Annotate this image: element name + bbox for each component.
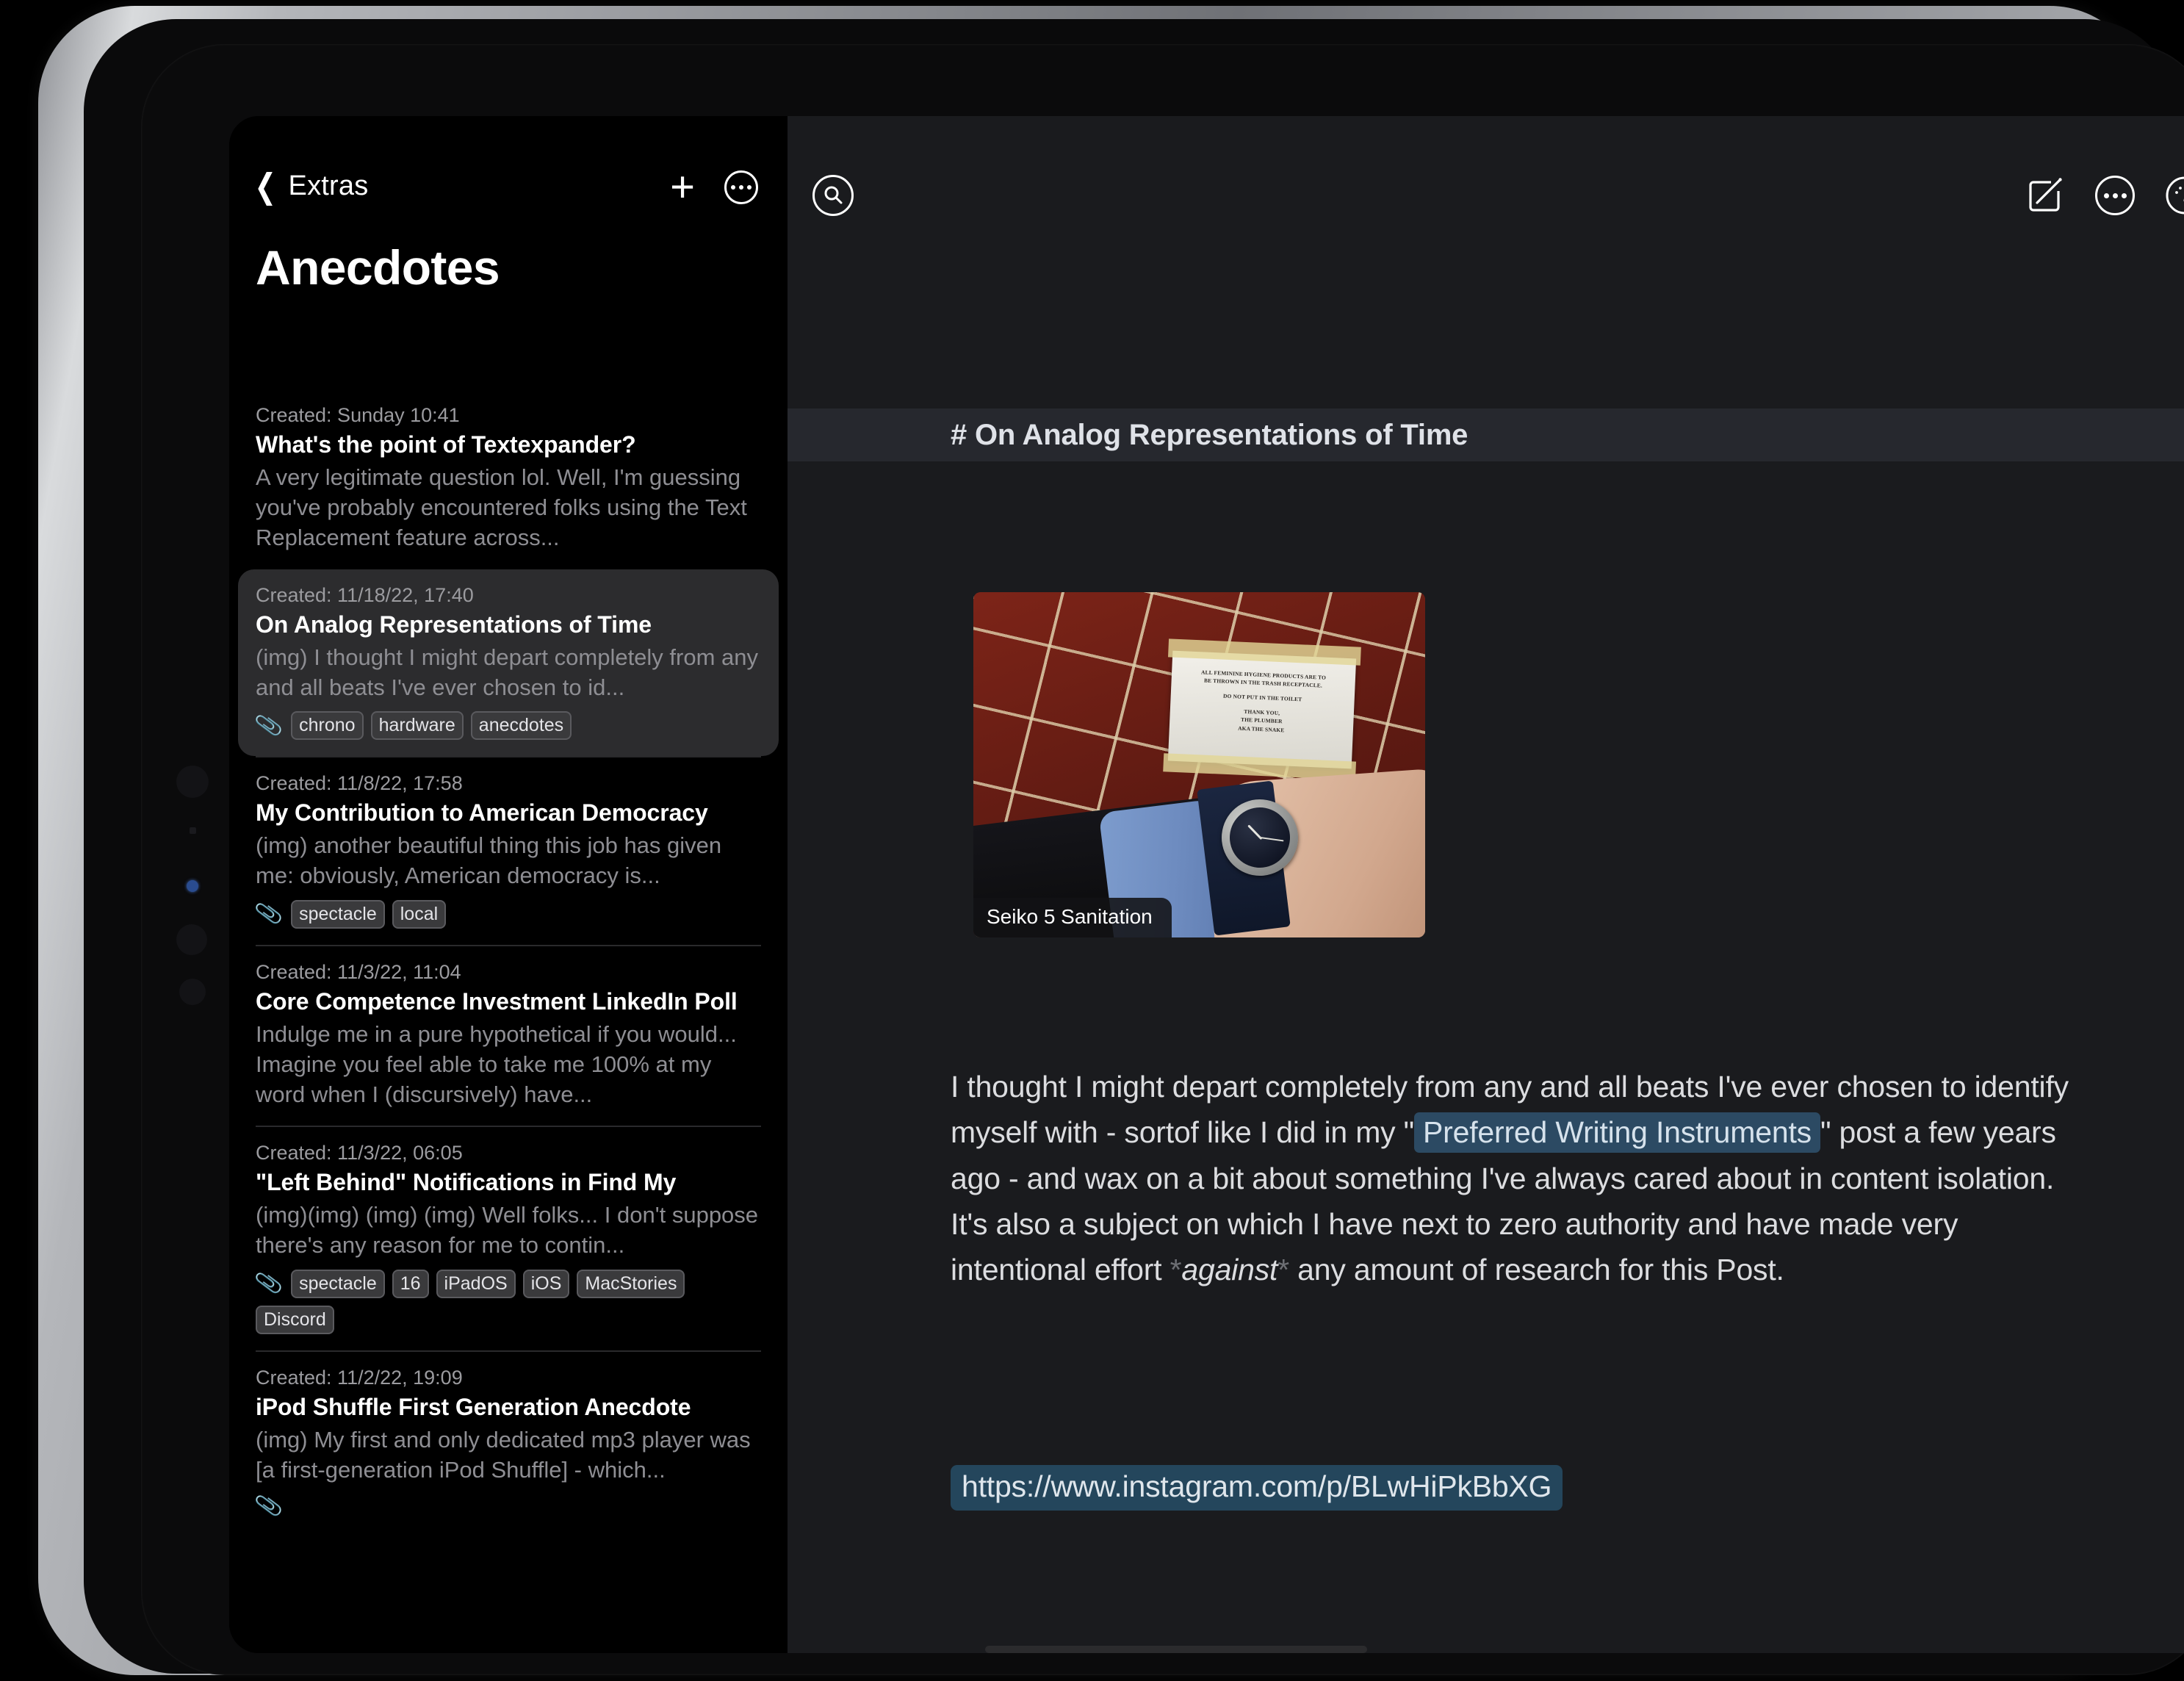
list-item[interactable]: Created: 11/3/22, 06:05 "Left Behind" No… bbox=[229, 1127, 788, 1350]
note-tags: 📎 chrono hardware anecdotes bbox=[253, 711, 761, 741]
body-paragraph: I thought I might depart completely from… bbox=[951, 1064, 2075, 1293]
tag-chip[interactable]: iPadOS bbox=[436, 1269, 516, 1298]
tag-chip[interactable]: iOS bbox=[522, 1269, 570, 1298]
tag-chip[interactable]: spectacle bbox=[291, 899, 385, 929]
list-item[interactable]: Created: 11/3/22, 11:04 Core Competence … bbox=[229, 946, 788, 1126]
document-heading: # On Analog Representations of Time bbox=[951, 418, 1468, 451]
note-title: Core Competence Investment LinkedIn Poll bbox=[256, 987, 738, 1015]
status-led-icon bbox=[187, 880, 198, 892]
note-tags: 📎 bbox=[253, 1491, 761, 1521]
tag-chip[interactable]: MacStories bbox=[577, 1269, 685, 1298]
note-preview: (img) another beautiful thing this job h… bbox=[256, 832, 722, 889]
device-frame: 10:24 Fri Jan 13 bbox=[38, 6, 2184, 1675]
note-title: On Analog Representations of Time bbox=[256, 611, 652, 638]
note-created-date: Created: 11/2/22, 19:09 bbox=[256, 1366, 463, 1389]
tag-chip[interactable]: local bbox=[392, 899, 447, 929]
tag-chip[interactable]: anecdotes bbox=[470, 711, 572, 741]
paragraph-tail: any amount of research for this Post. bbox=[1289, 1253, 1784, 1287]
paperclip-icon: 📎 bbox=[253, 899, 285, 929]
note-preview: A very legitimate question lol. Well, I'… bbox=[256, 464, 747, 551]
note-created-date: Created: 11/3/22, 06:05 bbox=[256, 1142, 463, 1165]
ellipsis-circle-icon[interactable] bbox=[724, 170, 758, 204]
list-item[interactable]: Created: 11/8/22, 17:58 My Contribution … bbox=[229, 757, 788, 944]
editor-pane: # On Analog Representations of Time ALL … bbox=[788, 116, 2184, 1653]
page-title: Anecdotes bbox=[256, 240, 500, 295]
tag-chip[interactable]: 16 bbox=[392, 1269, 429, 1298]
sidebar: ❮ Extras + Anecdotes Created: Sunday 10:… bbox=[229, 116, 788, 1653]
note-created-date: Created: 11/18/22, 17:40 bbox=[256, 583, 474, 606]
note-created-date: Created: 11/3/22, 11:04 bbox=[256, 960, 461, 983]
paperclip-icon: 📎 bbox=[253, 1491, 285, 1521]
note-created-date: Created: Sunday 10:41 bbox=[256, 404, 460, 426]
note-title: iPod Shuffle First Generation Anecdote bbox=[256, 1393, 691, 1420]
note-tags: 📎 spectacle local bbox=[253, 899, 761, 929]
tag-chip[interactable]: hardware bbox=[370, 711, 464, 741]
ellipsis-circle-icon[interactable] bbox=[2095, 176, 2135, 215]
plus-icon[interactable]: + bbox=[670, 166, 695, 209]
note-title: My Contribution to American Democracy bbox=[256, 799, 708, 827]
note-preview: (img) I thought I might depart completel… bbox=[256, 644, 759, 700]
editor-toolbar-actions bbox=[2025, 175, 2184, 216]
chevron-left-icon: ❮ bbox=[254, 167, 277, 205]
sidebar-nav-bar: ❮ Extras + bbox=[229, 159, 788, 222]
bezel-reflection-dot bbox=[179, 979, 206, 1005]
home-indicator[interactable] bbox=[985, 1646, 1367, 1653]
editor-toolbar bbox=[788, 159, 2184, 240]
bathroom-sign: ALL FEMININE HYGIENE PRODUCTS ARE TO BE … bbox=[1163, 638, 1361, 780]
tag-chip[interactable]: spectacle bbox=[291, 1269, 385, 1298]
note-list: Created: Sunday 10:41 What's the point o… bbox=[229, 389, 788, 1535]
bezel-reflection-dot bbox=[176, 766, 209, 798]
list-item[interactable]: Created: 11/2/22, 19:09 iPod Shuffle Fir… bbox=[229, 1352, 788, 1535]
note-created-date: Created: 11/8/22, 17:58 bbox=[256, 772, 463, 795]
list-item[interactable]: Created: 11/18/22, 17:40 On Analog Repre… bbox=[238, 569, 779, 757]
italic-marker-close: * bbox=[1277, 1253, 1289, 1287]
italic-emphasis: against bbox=[1181, 1253, 1278, 1287]
document-url-row: https://www.instagram.com/p/BLwHiPkBbXG bbox=[951, 1465, 1563, 1511]
watch-dial bbox=[1226, 804, 1294, 871]
device-bezel: 10:24 Fri Jan 13 bbox=[141, 44, 2184, 1675]
instagram-url-link[interactable]: https://www.instagram.com/p/BLwHiPkBbXG bbox=[951, 1465, 1563, 1511]
image-caption: Seiko 5 Sanitation bbox=[973, 898, 1172, 937]
bezel-reflection-dot bbox=[176, 924, 207, 955]
microphone-icon bbox=[190, 827, 196, 834]
paperclip-icon: 📎 bbox=[253, 711, 285, 740]
list-item[interactable]: Created: Sunday 10:41 What's the point o… bbox=[229, 389, 788, 569]
tag-chip[interactable]: Discord bbox=[256, 1305, 334, 1334]
paperclip-icon: 📎 bbox=[253, 1269, 285, 1298]
back-button-label: Extras bbox=[288, 170, 369, 201]
tag-chip[interactable]: chrono bbox=[291, 711, 364, 741]
note-title: What's the point of Textexpander? bbox=[256, 431, 636, 458]
note-preview: Indulge me in a pure hypothetical if you… bbox=[256, 1021, 737, 1107]
back-button[interactable]: ❮ Extras bbox=[251, 169, 368, 203]
italic-marker-open: * bbox=[1170, 1253, 1182, 1287]
sidebar-actions: + bbox=[670, 166, 758, 209]
note-preview: (img) My first and only dedicated mp3 pl… bbox=[256, 1426, 751, 1483]
search-circle-icon[interactable] bbox=[812, 175, 854, 216]
sign-text: ALL FEMININE HYGIENE PRODUCTS ARE TO BE … bbox=[1200, 669, 1327, 733]
note-tags: 📎 spectacle 16 iPadOS iOS MacStories Dis… bbox=[253, 1269, 761, 1334]
document-heading-band: # On Analog Representations of Time bbox=[788, 408, 2184, 461]
compose-icon[interactable] bbox=[2025, 175, 2066, 216]
document-body[interactable]: I thought I might depart completely from… bbox=[788, 1064, 2184, 1293]
note-title: "Left Behind" Notifications in Find My bbox=[256, 1169, 677, 1196]
document-image[interactable]: ALL FEMININE HYGIENE PRODUCTS ARE TO BE … bbox=[973, 592, 1425, 937]
device-body: 10:24 Fri Jan 13 bbox=[84, 19, 2184, 1675]
note-preview: (img)(img) (img) (img) Well folks... I d… bbox=[256, 1202, 759, 1259]
screen: 10:24 Fri Jan 13 bbox=[229, 116, 2184, 1653]
info-gauge-icon[interactable] bbox=[2164, 175, 2184, 216]
inline-link[interactable]: Preferred Writing Instruments bbox=[1414, 1112, 1820, 1153]
